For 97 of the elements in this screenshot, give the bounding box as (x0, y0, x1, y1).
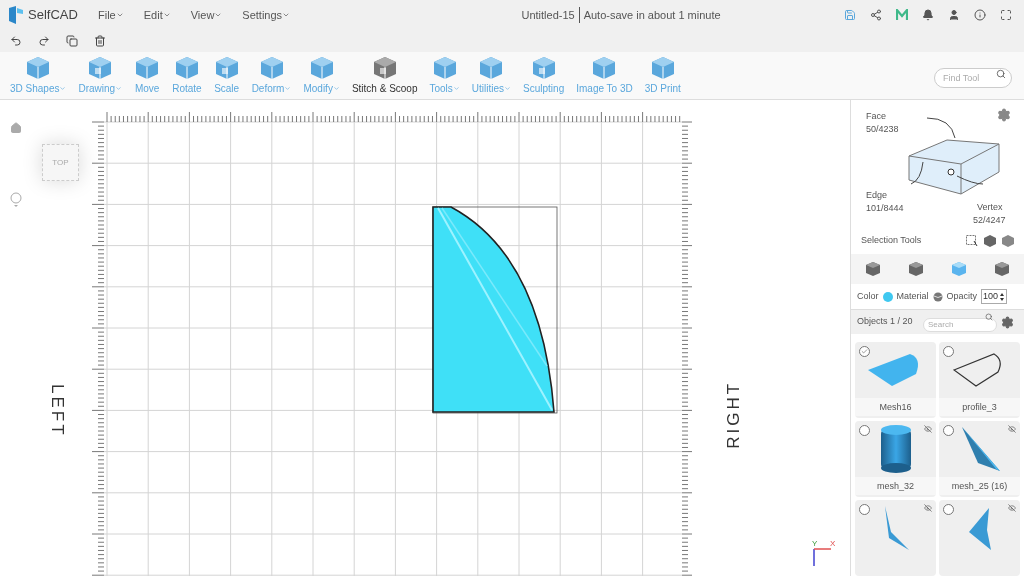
object-search-field[interactable]: Search (923, 317, 997, 332)
object-name: mesh_32 (855, 477, 936, 495)
caret-icon (214, 11, 223, 19)
tool-button[interactable]: Scale (207, 55, 246, 96)
tool-icon (431, 55, 458, 81)
object-name: profile_3 (939, 398, 1020, 416)
home-icon[interactable] (10, 122, 22, 134)
m-logo-icon[interactable] (896, 9, 908, 21)
tool-button[interactable]: Image To 3D (570, 55, 639, 96)
tool-button[interactable]: Stitch & Scoop (345, 55, 424, 96)
object-name: Mesh16 (855, 398, 936, 416)
view-cube[interactable]: TOP (42, 144, 79, 181)
object-name: mesh_25 (16) (939, 477, 1020, 495)
tool-icon (87, 55, 114, 81)
select-mode-icon[interactable] (864, 261, 881, 277)
right-view-label: RIGHT (723, 380, 745, 449)
save-icon[interactable] (844, 9, 856, 21)
vertex-count: 52/4247 (973, 214, 1006, 227)
cube-icon[interactable] (984, 235, 996, 247)
cube-icon[interactable] (1002, 235, 1014, 247)
axis-indicator: Y X (810, 538, 840, 568)
tool-icon (258, 55, 285, 81)
tool-icon (530, 55, 557, 81)
shape-drawing[interactable] (432, 206, 559, 415)
face-count: 50/4238 (866, 123, 899, 136)
object-card[interactable]: profile_3 (939, 342, 1020, 418)
tool-icon (591, 55, 618, 81)
tool-icon (25, 55, 52, 81)
tool-button[interactable]: Sculpting (517, 55, 571, 96)
share-icon[interactable] (870, 9, 882, 21)
search-icon (985, 313, 993, 321)
tool-button[interactable]: Deform (245, 55, 298, 96)
opacity-field[interactable]: 100 (981, 288, 1008, 305)
select-mode-icon[interactable] (907, 261, 924, 277)
menu-item[interactable]: Edit (135, 6, 179, 24)
tool-button[interactable]: Utilities (465, 55, 518, 96)
hidden-icon[interactable] (924, 425, 932, 433)
material-sphere-icon[interactable] (932, 291, 943, 302)
menu-item[interactable]: Settings (234, 6, 299, 24)
tool-icon (173, 55, 200, 81)
caret-icon (162, 11, 171, 19)
hidden-icon[interactable] (924, 504, 932, 512)
objects-title: Objects 1 / 20 (857, 315, 914, 329)
menu-item[interactable]: File (90, 6, 132, 24)
caret-icon (115, 11, 124, 19)
search-icon (996, 68, 1006, 79)
tool-icon (649, 55, 676, 81)
edge-count: 101/8444 (866, 202, 904, 215)
tool-icon (371, 55, 398, 81)
bell-icon[interactable] (922, 9, 934, 21)
tool-button[interactable]: Rotate (166, 55, 208, 96)
autosave-status: Auto-save in about 1 minute (582, 7, 721, 23)
tool-icon (308, 55, 335, 81)
app-name: SelfCAD (28, 6, 78, 25)
color-label: Color (857, 289, 879, 303)
delete-icon[interactable] (94, 35, 106, 47)
hidden-icon[interactable] (1008, 425, 1016, 433)
find-tool-field[interactable]: Find Tool (934, 67, 1012, 88)
face-label: Face (866, 110, 886, 123)
object-card[interactable]: Mesh16 (855, 342, 936, 418)
tool-button[interactable]: Tools (423, 55, 466, 96)
fullscreen-icon[interactable] (1000, 9, 1012, 21)
object-card[interactable]: mesh_32 (855, 421, 936, 497)
vertex-label: Vertex (977, 201, 1003, 214)
tool-button[interactable]: Modify (297, 55, 346, 96)
hidden-icon[interactable] (1008, 504, 1016, 512)
object-card[interactable]: mesh_25 (16) (939, 421, 1020, 497)
color-swatch[interactable] (882, 291, 893, 302)
user-icon[interactable] (948, 9, 960, 21)
select-mode-icon[interactable] (994, 261, 1011, 277)
copy-icon[interactable] (66, 35, 78, 47)
tool-button[interactable]: 3D Shapes (4, 55, 73, 96)
material-label: Material (896, 289, 929, 303)
undo-icon[interactable] (10, 35, 22, 47)
tool-button[interactable]: Move (128, 55, 167, 96)
cylinder-icon (878, 424, 913, 474)
logo-icon (8, 6, 24, 24)
caret-icon (282, 11, 291, 19)
edge-label: Edge (866, 189, 888, 202)
settings-icon[interactable] (1001, 315, 1014, 329)
settings-icon[interactable] (997, 108, 1011, 122)
box-select-icon[interactable] (966, 235, 978, 247)
tool-icon (213, 55, 240, 81)
tool-icon (134, 55, 161, 81)
redo-icon[interactable] (38, 35, 50, 47)
object-card[interactable] (939, 500, 1020, 576)
menu-item[interactable]: View (182, 6, 231, 24)
tool-button[interactable]: Drawing (72, 55, 129, 96)
selection-tools-label: Selection Tools (861, 234, 923, 248)
left-view-label: LEFT (46, 383, 68, 438)
tool-button[interactable]: 3D Print (638, 55, 687, 96)
check-icon (861, 348, 868, 355)
info-icon[interactable] (974, 9, 986, 21)
document-title: Untitled-15 (521, 6, 580, 24)
opacity-label: Opacity (946, 289, 978, 303)
tool-icon (478, 55, 505, 81)
spinner-icon[interactable] (999, 291, 1006, 302)
